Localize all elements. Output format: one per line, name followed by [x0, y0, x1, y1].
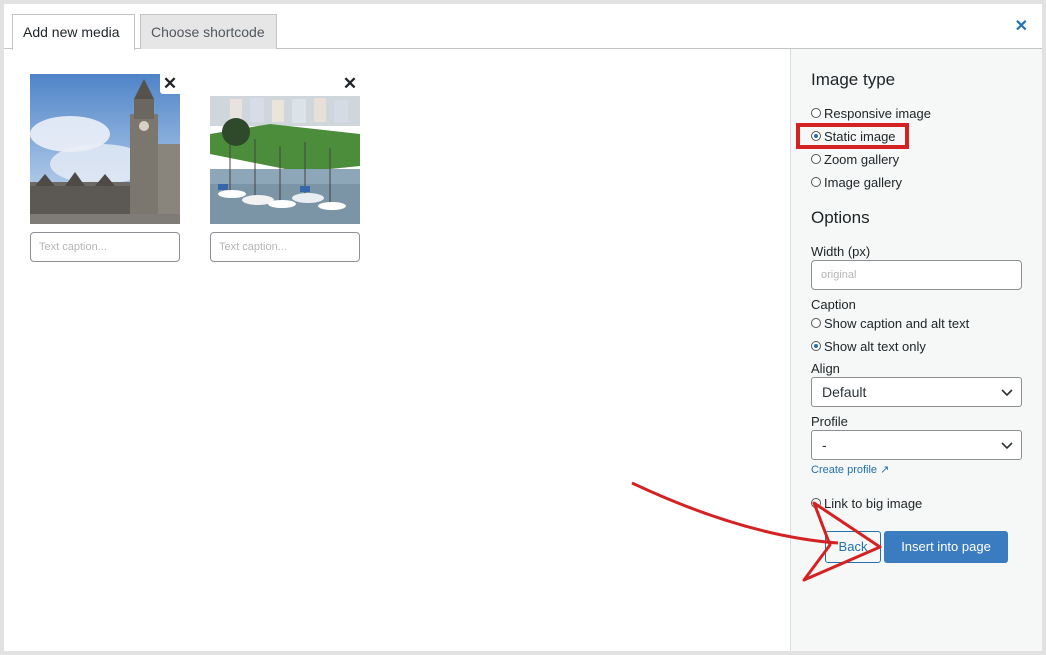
profile-select[interactable]: -: [811, 430, 1022, 460]
radio-responsive-image[interactable]: Responsive image: [811, 104, 931, 122]
radio-icon: [811, 108, 821, 118]
checkbox-label: Link to big image: [824, 495, 923, 511]
caption-input[interactable]: [210, 232, 360, 262]
radio-show-alt-only[interactable]: Show alt text only: [811, 337, 926, 355]
radio-show-caption-alt[interactable]: Show caption and alt text: [811, 314, 969, 332]
chevron-down-icon: [1001, 442, 1013, 450]
radio-label: Image gallery: [824, 174, 903, 190]
image-type-heading: Image type: [811, 70, 896, 89]
radio-icon: [811, 318, 821, 328]
radio-icon: [811, 177, 821, 187]
radio-label: Responsive image: [824, 105, 931, 121]
create-profile-link[interactable]: Create profile ↗: [811, 463, 889, 476]
radio-zoom-gallery[interactable]: Zoom gallery: [811, 150, 899, 168]
chevron-down-icon: [1001, 389, 1013, 397]
caption-label: Caption: [811, 297, 856, 312]
profile-label: Profile: [811, 414, 848, 429]
close-icon[interactable]: ✕: [1015, 16, 1028, 36]
annotation-highlight-box: [796, 123, 909, 149]
insert-into-page-button[interactable]: Insert into page: [884, 531, 1008, 563]
profile-value: -: [822, 437, 827, 453]
radio-icon: [811, 341, 821, 351]
remove-media-icon[interactable]: ✕: [340, 74, 360, 94]
radio-label: Show caption and alt text: [824, 315, 970, 331]
width-input[interactable]: original: [811, 260, 1022, 290]
align-select[interactable]: Default: [811, 377, 1022, 407]
options-heading: Options: [811, 208, 870, 227]
media-thumbnail-townhall: ✕: [30, 74, 180, 224]
width-label: Width (px): [811, 244, 871, 259]
media-item: ✕: [210, 74, 360, 262]
align-value: Default: [822, 384, 867, 400]
radio-icon: [811, 154, 821, 164]
media-thumbnail-harbor: ✕: [210, 74, 360, 224]
radio-label: Show alt text only: [824, 338, 926, 354]
tab-bar: Add new media Choose shortcode ✕: [4, 4, 1042, 50]
tab-add-new-media[interactable]: Add new media: [12, 14, 135, 50]
checkbox-icon: [811, 498, 821, 508]
tab-choose-shortcode[interactable]: Choose shortcode: [140, 14, 277, 49]
caption-input[interactable]: [30, 232, 180, 262]
media-item: ✕: [30, 74, 180, 262]
radio-image-gallery[interactable]: Image gallery: [811, 173, 902, 191]
link-big-image-checkbox[interactable]: Link to big image: [811, 494, 922, 512]
radio-label: Zoom gallery: [824, 151, 900, 167]
align-label: Align: [811, 361, 840, 376]
back-button[interactable]: Back: [825, 531, 881, 563]
remove-media-icon[interactable]: ✕: [160, 74, 180, 94]
